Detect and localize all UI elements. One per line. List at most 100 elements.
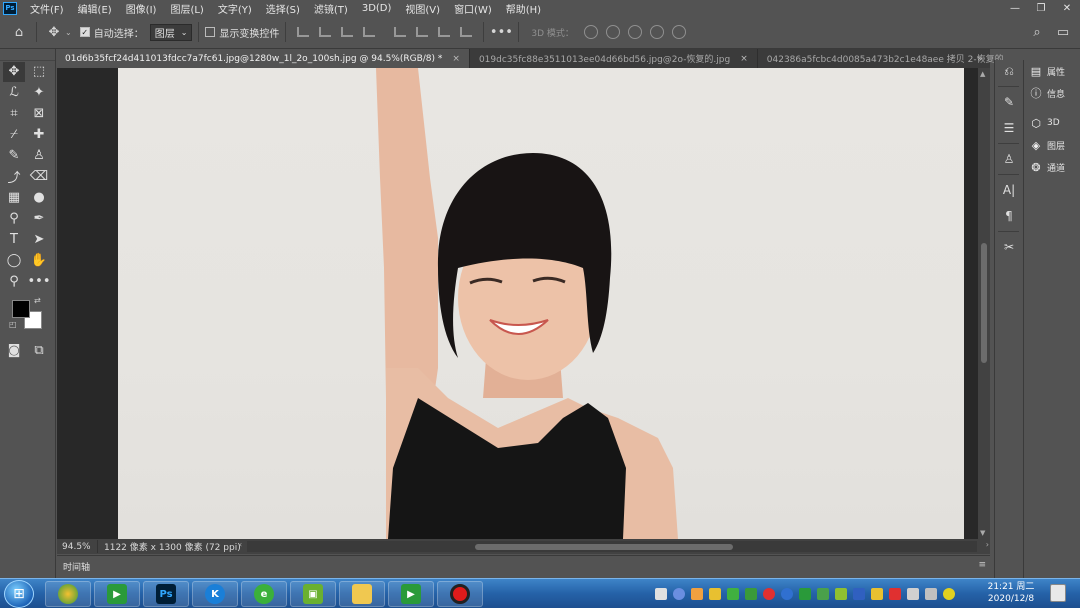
screen-mode-icon[interactable]: ⧉ bbox=[28, 341, 50, 361]
tray-app-icon[interactable] bbox=[871, 588, 883, 600]
start-button[interactable]: ⊞ bbox=[4, 580, 34, 608]
tab-overflow-icon[interactable]: » bbox=[970, 49, 990, 68]
tray-app-icon[interactable] bbox=[745, 588, 757, 600]
align-center-icon[interactable] bbox=[319, 27, 332, 37]
brush-settings-icon[interactable]: ✎ bbox=[995, 91, 1023, 113]
tab-document-1[interactable]: 01d6b35fcf24d411013fdcc7a7fc61.jpg@1280w… bbox=[56, 49, 470, 68]
dodge-tool-icon[interactable]: ⚲ bbox=[3, 209, 25, 229]
horizontal-scroll-thumb[interactable] bbox=[475, 544, 733, 550]
history-icon[interactable]: ⎌ bbox=[995, 60, 1023, 82]
taskbar-app-kugou[interactable]: K bbox=[192, 581, 238, 607]
menu-edit[interactable]: 编辑(E) bbox=[71, 1, 119, 16]
panel-3d[interactable]: ⬡ 3D bbox=[1024, 112, 1080, 134]
network-icon[interactable] bbox=[907, 588, 919, 600]
scroll-right-icon[interactable]: › bbox=[986, 540, 989, 549]
system-clock[interactable]: 21:21 周二 2020/12/8 bbox=[980, 581, 1042, 607]
volume-icon[interactable] bbox=[925, 588, 937, 600]
menu-help[interactable]: 帮助(H) bbox=[499, 1, 548, 16]
crop-tool-icon[interactable]: ⌗ bbox=[3, 104, 25, 124]
ellipse-tool-icon[interactable]: ◯ bbox=[3, 251, 25, 271]
align-top-icon[interactable] bbox=[394, 27, 407, 37]
eraser-icon[interactable]: ⌫ bbox=[28, 167, 50, 187]
tray-app-icon[interactable] bbox=[763, 588, 775, 600]
taskbar-app-explorer[interactable] bbox=[339, 581, 385, 607]
magic-wand-icon[interactable]: ✦ bbox=[28, 83, 50, 103]
action-center-icon[interactable] bbox=[1050, 584, 1066, 602]
taskbar-app-photoshop[interactable]: Ps bbox=[143, 581, 189, 607]
menu-window[interactable]: 窗口(W) bbox=[447, 1, 499, 16]
menu-3d[interactable]: 3D(D) bbox=[355, 3, 399, 14]
foreground-color[interactable] bbox=[12, 300, 30, 318]
panel-layers[interactable]: ◈ 图层 bbox=[1024, 134, 1080, 156]
vertical-scroll-thumb[interactable] bbox=[981, 243, 987, 363]
auto-select-checkbox[interactable]: ✓ bbox=[79, 27, 90, 37]
search-icon[interactable]: ⌕ bbox=[1026, 21, 1048, 43]
menu-type[interactable]: 文字(Y) bbox=[211, 1, 259, 16]
panel-properties[interactable]: ▤ 属性 bbox=[1024, 60, 1080, 82]
eyedropper-icon[interactable]: ⌿ bbox=[3, 125, 25, 145]
workspace-icon[interactable]: ▭ bbox=[1052, 21, 1074, 43]
tray-app-icon[interactable] bbox=[889, 588, 901, 600]
close-icon[interactable]: × bbox=[452, 54, 460, 64]
menu-select[interactable]: 选择(S) bbox=[259, 1, 307, 16]
lasso-tool-icon[interactable]: ℒ bbox=[3, 83, 25, 103]
3d-pan-icon[interactable] bbox=[627, 25, 642, 39]
close-icon[interactable]: ✕ bbox=[1054, 0, 1080, 16]
clone-source-icon[interactable]: ♙ bbox=[995, 148, 1023, 170]
3d-slide-icon[interactable] bbox=[649, 25, 664, 39]
marquee-tool-icon[interactable]: ⬚ bbox=[28, 62, 50, 82]
zoom-tool-icon[interactable]: ⚲ bbox=[3, 272, 25, 292]
close-icon[interactable]: × bbox=[740, 54, 748, 64]
distribute-icon[interactable] bbox=[363, 27, 376, 37]
vertical-scrollbar[interactable]: ▲ ▼ bbox=[978, 68, 990, 539]
blur-tool-icon[interactable]: ● bbox=[28, 188, 50, 208]
align-middle-icon[interactable] bbox=[416, 27, 429, 37]
swap-colors-icon[interactable]: ⇄ bbox=[34, 296, 41, 305]
tool-presets-icon[interactable]: ✂ bbox=[995, 236, 1023, 258]
tray-app-icon[interactable] bbox=[655, 588, 667, 600]
menu-layer[interactable]: 图层(L) bbox=[163, 1, 210, 16]
canvas-area[interactable] bbox=[57, 68, 978, 539]
edit-toolbar-icon[interactable]: ••• bbox=[28, 272, 51, 292]
taskbar-app-record[interactable] bbox=[437, 581, 483, 607]
default-colors-icon[interactable]: ◰ bbox=[9, 320, 17, 329]
frame-tool-icon[interactable]: ⊠ bbox=[28, 104, 50, 124]
type-tool-icon[interactable]: T bbox=[3, 230, 25, 250]
tray-app-icon[interactable] bbox=[781, 588, 793, 600]
show-transform-checkbox[interactable] bbox=[205, 27, 216, 37]
taskbar-app-ie[interactable]: e bbox=[241, 581, 287, 607]
hand-tool-icon[interactable]: ✋ bbox=[28, 251, 50, 271]
taskbar-app-recorder[interactable]: ▶ bbox=[388, 581, 434, 607]
restore-icon[interactable]: ❐ bbox=[1028, 0, 1054, 16]
tray-app-icon[interactable] bbox=[943, 588, 955, 600]
gradient-tool-icon[interactable]: ▦ bbox=[3, 188, 25, 208]
zoom-level[interactable]: 94.5% bbox=[57, 542, 97, 552]
chevron-down-icon[interactable]: ⌄ bbox=[65, 28, 72, 37]
menu-view[interactable]: 视图(V) bbox=[398, 1, 447, 16]
auto-select-dropdown[interactable]: 图层 ⌄ bbox=[149, 23, 193, 41]
taskbar-app-browser[interactable] bbox=[45, 581, 91, 607]
adjustments-icon[interactable]: ☰ bbox=[995, 117, 1023, 139]
pen-tool-icon[interactable]: ✒ bbox=[28, 209, 50, 229]
align-right-icon[interactable] bbox=[341, 27, 354, 37]
align-bottom-icon[interactable] bbox=[438, 27, 451, 37]
scroll-down-icon[interactable]: ▼ bbox=[980, 529, 985, 537]
tray-app-icon[interactable] bbox=[727, 588, 739, 600]
scroll-left-icon[interactable]: ‹ bbox=[239, 540, 242, 549]
home-icon[interactable]: ⌂ bbox=[8, 21, 30, 43]
panel-grip[interactable] bbox=[0, 49, 55, 61]
tray-app-icon[interactable] bbox=[817, 588, 829, 600]
menu-image[interactable]: 图像(I) bbox=[119, 1, 164, 16]
scroll-up-icon[interactable]: ▲ bbox=[980, 70, 985, 78]
horizontal-scrollbar[interactable]: ‹ › bbox=[239, 540, 989, 552]
menu-filter[interactable]: 滤镜(T) bbox=[307, 1, 355, 16]
taskbar-app-movies[interactable]: ▣ bbox=[290, 581, 336, 607]
document-image[interactable] bbox=[118, 68, 964, 539]
brush-tool-icon[interactable]: ✎ bbox=[3, 146, 25, 166]
panel-channels[interactable]: ❂ 通道 bbox=[1024, 156, 1080, 178]
tray-app-icon[interactable] bbox=[709, 588, 721, 600]
timeline-panel[interactable]: 时间轴 ≡ bbox=[57, 555, 990, 577]
distribute-vertical-icon[interactable] bbox=[460, 27, 473, 37]
panel-menu-icon[interactable]: ≡ bbox=[978, 560, 986, 570]
quick-mask-icon[interactable]: ◙ bbox=[3, 341, 25, 361]
